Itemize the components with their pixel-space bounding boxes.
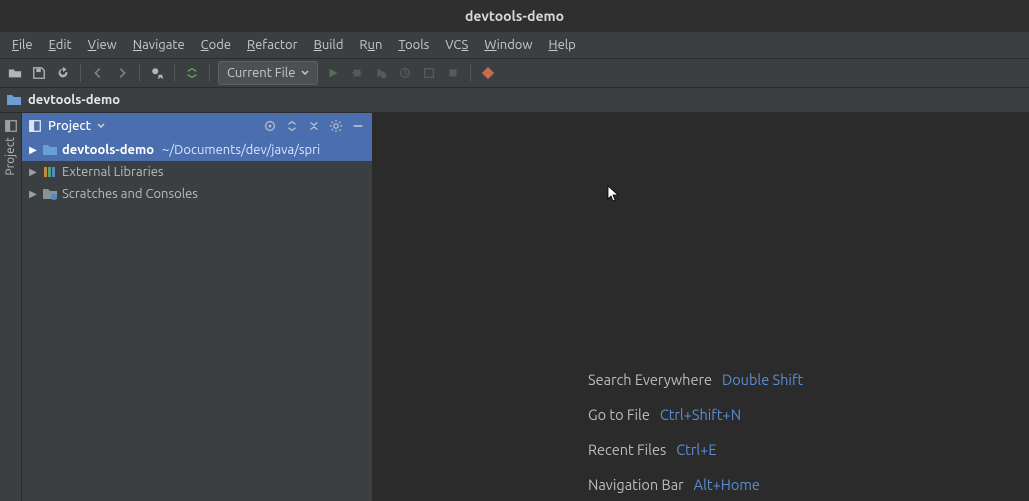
nav-back-icon[interactable]	[89, 64, 107, 82]
tree-node-root[interactable]: ▶ devtools-demo ~/Documents/dev/java/spr…	[22, 139, 372, 161]
stop-icon[interactable]	[444, 64, 462, 82]
hint-navigation-bar: Navigation Bar Alt+Home	[588, 476, 803, 493]
git-icon[interactable]	[479, 64, 497, 82]
tree-node-root-path: ~/Documents/dev/java/spri	[162, 143, 320, 157]
menu-run[interactable]: Run	[351, 35, 390, 55]
project-tool-tab[interactable]: Project	[4, 137, 17, 176]
left-gutter: Project	[0, 113, 22, 501]
project-view-icon	[28, 119, 42, 133]
menubar: File Edit View Navigate Code Refactor Bu…	[0, 32, 1029, 59]
open-icon[interactable]	[6, 64, 24, 82]
hint-go-to-file: Go to File Ctrl+Shift+N	[588, 406, 803, 423]
hint-label: Navigation Bar	[588, 476, 684, 493]
menu-edit[interactable]: Edit	[41, 35, 80, 55]
collapse-all-icon[interactable]	[306, 118, 322, 134]
project-tool-header: Project	[22, 113, 372, 139]
chevron-down-icon	[301, 69, 309, 77]
folder-icon	[6, 93, 22, 107]
hint-shortcut: Ctrl+Shift+N	[660, 406, 741, 423]
menu-tools[interactable]: Tools	[390, 35, 437, 55]
editor-area: Search Everywhere Double Shift Go to Fil…	[373, 113, 1029, 501]
cursor-icon	[607, 185, 621, 203]
toolbar-separator	[209, 64, 210, 82]
profile-icon[interactable]	[396, 64, 414, 82]
project-tool-icon[interactable]	[4, 119, 18, 133]
project-tree[interactable]: ▶ devtools-demo ~/Documents/dev/java/spr…	[22, 139, 372, 501]
run-config-selector[interactable]: Current File	[218, 61, 318, 85]
reload-icon[interactable]	[54, 64, 72, 82]
expand-arrow-icon[interactable]: ▶	[28, 188, 38, 200]
navigation-bar[interactable]: devtools-demo	[0, 88, 1029, 113]
run-coverage-icon[interactable]	[372, 64, 390, 82]
window-title: devtools-demo	[465, 8, 564, 24]
main-body: Project Project ▶	[0, 113, 1029, 501]
hint-label: Recent Files	[588, 441, 666, 458]
toolbar-separator	[80, 64, 81, 82]
project-tool-window: Project ▶	[22, 113, 373, 501]
menu-code[interactable]: Code	[193, 35, 239, 55]
attach-icon[interactable]	[420, 64, 438, 82]
hint-search-everywhere: Search Everywhere Double Shift	[588, 371, 803, 388]
window-titlebar: devtools-demo	[0, 0, 1029, 32]
hint-recent-files: Recent Files Ctrl+E	[588, 441, 803, 458]
expand-arrow-icon[interactable]: ▶	[28, 144, 38, 156]
hint-label: Search Everywhere	[588, 371, 712, 388]
expand-arrow-icon[interactable]: ▶	[28, 166, 38, 178]
breadcrumb-project[interactable]: devtools-demo	[28, 93, 120, 107]
hide-icon[interactable]	[350, 118, 366, 134]
project-panel-title[interactable]: Project	[48, 119, 91, 133]
folder-icon	[42, 142, 58, 158]
nav-forward-icon[interactable]	[113, 64, 131, 82]
expand-all-icon[interactable]	[284, 118, 300, 134]
hint-shortcut: Double Shift	[722, 371, 803, 388]
toolbar-separator	[174, 64, 175, 82]
hint-shortcut: Alt+Home	[694, 476, 760, 493]
toolbar-separator	[139, 64, 140, 82]
menu-navigate[interactable]: Navigate	[125, 35, 193, 55]
save-all-icon[interactable]	[30, 64, 48, 82]
editor-empty-hints: Search Everywhere Double Shift Go to Fil…	[588, 371, 803, 493]
menu-file[interactable]: File	[4, 35, 41, 55]
debug-icon[interactable]	[348, 64, 366, 82]
tree-node-root-name: devtools-demo	[62, 143, 154, 157]
tree-node-external-libraries[interactable]: ▶ External Libraries	[22, 161, 372, 183]
scratches-icon	[42, 186, 58, 202]
run-config-label: Current File	[227, 66, 295, 80]
build-icon[interactable]	[183, 64, 201, 82]
menu-build[interactable]: Build	[306, 35, 352, 55]
hint-label: Go to File	[588, 406, 650, 423]
main-toolbar: Current File	[0, 59, 1029, 88]
menu-vcs[interactable]: VCS	[437, 35, 476, 55]
tree-node-scratches[interactable]: ▶ Scratches and Consoles	[22, 183, 372, 205]
tree-node-external-libraries-label: External Libraries	[62, 165, 164, 179]
hint-shortcut: Ctrl+E	[676, 441, 716, 458]
run-with-coverage-icon[interactable]	[148, 64, 166, 82]
menu-help[interactable]: Help	[541, 35, 584, 55]
menu-view[interactable]: View	[80, 35, 125, 55]
menu-window[interactable]: Window	[476, 35, 540, 55]
chevron-down-icon[interactable]	[97, 122, 105, 130]
settings-icon[interactable]	[328, 118, 344, 134]
menu-refactor[interactable]: Refactor	[239, 35, 306, 55]
toolbar-separator	[470, 64, 471, 82]
select-opened-file-icon[interactable]	[262, 118, 278, 134]
tree-node-scratches-label: Scratches and Consoles	[62, 187, 198, 201]
run-icon[interactable]	[324, 64, 342, 82]
library-icon	[42, 164, 58, 180]
